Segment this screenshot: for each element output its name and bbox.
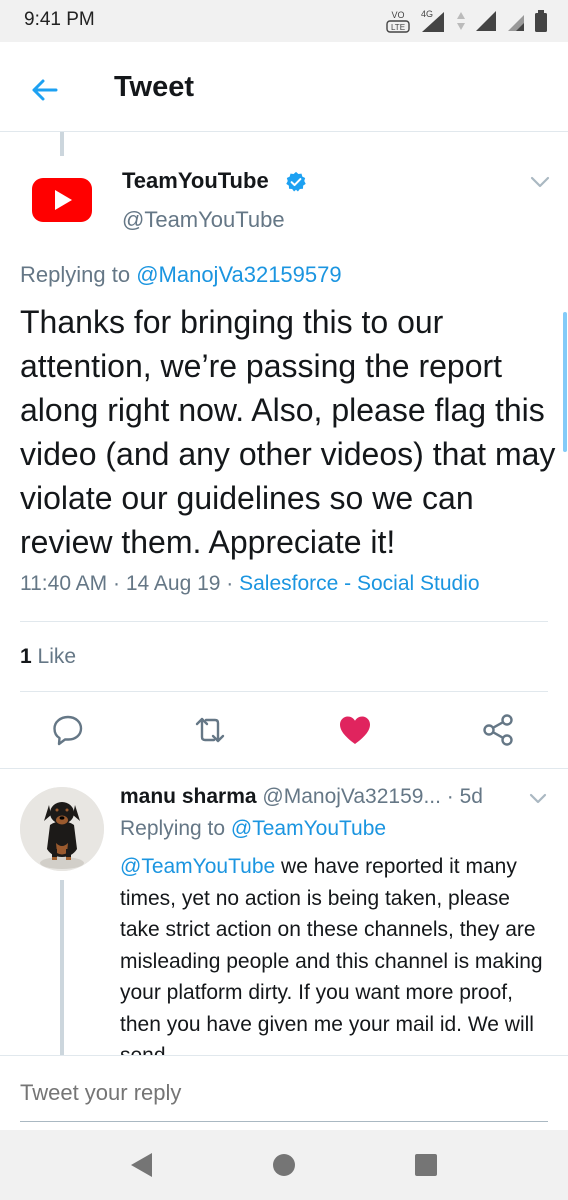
back-button[interactable] — [22, 68, 66, 112]
signal-icon — [476, 11, 496, 31]
triangle-back-icon — [131, 1153, 152, 1177]
verified-badge-icon — [286, 171, 306, 192]
replying-label: Replying to — [120, 817, 231, 840]
status-time: 9:41 PM — [24, 9, 95, 30]
reply-replying-to: Replying to @TeamYouTube — [120, 817, 386, 841]
replying-label: Replying to — [20, 262, 137, 287]
replying-to-link[interactable]: @ManojVa32159579 — [136, 262, 341, 287]
author-handle[interactable]: @TeamYouTube — [122, 207, 285, 233]
divider — [20, 691, 548, 692]
reply-text: @TeamYouTube we have reported it many ti… — [120, 851, 550, 1055]
reply-button[interactable] — [48, 710, 88, 750]
nav-home-button[interactable] — [267, 1148, 301, 1182]
battery-icon — [535, 10, 547, 32]
like-count: 1 — [20, 645, 32, 668]
share-icon — [483, 714, 513, 746]
volte-icon: VO LTE — [386, 10, 410, 33]
svg-text:LTE: LTE — [391, 23, 405, 32]
navigation-bar — [0, 1130, 568, 1200]
square-recents-icon — [415, 1154, 437, 1176]
signal-4g-icon: 4G — [421, 9, 444, 32]
chevron-down-icon[interactable] — [527, 790, 549, 808]
tweet-date: 14 Aug 19 — [125, 572, 221, 595]
heart-icon — [340, 716, 370, 744]
page-title: Tweet — [114, 71, 195, 103]
signal-weak-icon — [508, 15, 524, 31]
avatar[interactable] — [20, 787, 104, 871]
data-arrows-icon — [457, 12, 465, 30]
reply-author-handle[interactable]: @ManojVa32159... — [262, 785, 441, 808]
tweet-time: 11:40 AM — [20, 572, 108, 595]
reply-input[interactable] — [20, 1080, 540, 1106]
like-label: Like — [37, 645, 77, 668]
tweet-text: Thanks for bringing this to our attentio… — [20, 304, 556, 560]
divider — [0, 768, 568, 769]
divider — [0, 1055, 568, 1056]
svg-text:VO: VO — [391, 10, 404, 20]
reply-header: manu sharma @ManojVa32159... · 5d — [120, 785, 483, 808]
reply-body: we have reported it many times, yet no a… — [120, 855, 543, 1055]
author-name[interactable]: TeamYouTube — [122, 168, 269, 194]
tweet-source-link[interactable]: Salesforce - Social Studio — [239, 572, 479, 595]
retweet-button[interactable] — [190, 710, 230, 750]
dog-avatar-icon — [20, 787, 104, 871]
thread-line — [60, 132, 64, 156]
reply-replying-to-link[interactable]: @TeamYouTube — [231, 817, 386, 840]
share-button[interactable] — [478, 710, 518, 750]
divider — [20, 621, 548, 622]
nav-back-button[interactable] — [124, 1148, 158, 1182]
status-bar: 9:41 PM VO LTE 4G — [0, 0, 568, 42]
reply-icon — [53, 715, 83, 746]
replying-to: Replying to @ManojVa32159579 — [20, 262, 342, 288]
reply-mention-link[interactable]: @TeamYouTube — [120, 855, 275, 878]
circle-home-icon — [273, 1154, 295, 1176]
author-avatar[interactable] — [32, 178, 92, 222]
app-bar: Tweet — [0, 42, 568, 132]
reply-age: 5d — [459, 785, 483, 808]
back-arrow-icon — [32, 79, 58, 101]
nav-recents-button[interactable] — [409, 1148, 443, 1182]
input-underline — [20, 1121, 548, 1122]
tweet-meta: 11:40 AM · 14 Aug 19 · Salesforce - Soci… — [20, 572, 480, 595]
reply-author-name[interactable]: manu sharma — [120, 785, 257, 808]
thread-line — [60, 880, 64, 1055]
youtube-logo-icon — [32, 178, 92, 222]
retweet-icon — [195, 717, 225, 743]
svg-text:4G: 4G — [421, 9, 433, 19]
scrollbar[interactable] — [563, 312, 567, 452]
status-icons: VO LTE 4G — [386, 6, 548, 36]
chevron-down-icon[interactable] — [528, 172, 552, 192]
like-button[interactable] — [335, 710, 375, 750]
likes-count[interactable]: 1 Like — [20, 645, 76, 669]
